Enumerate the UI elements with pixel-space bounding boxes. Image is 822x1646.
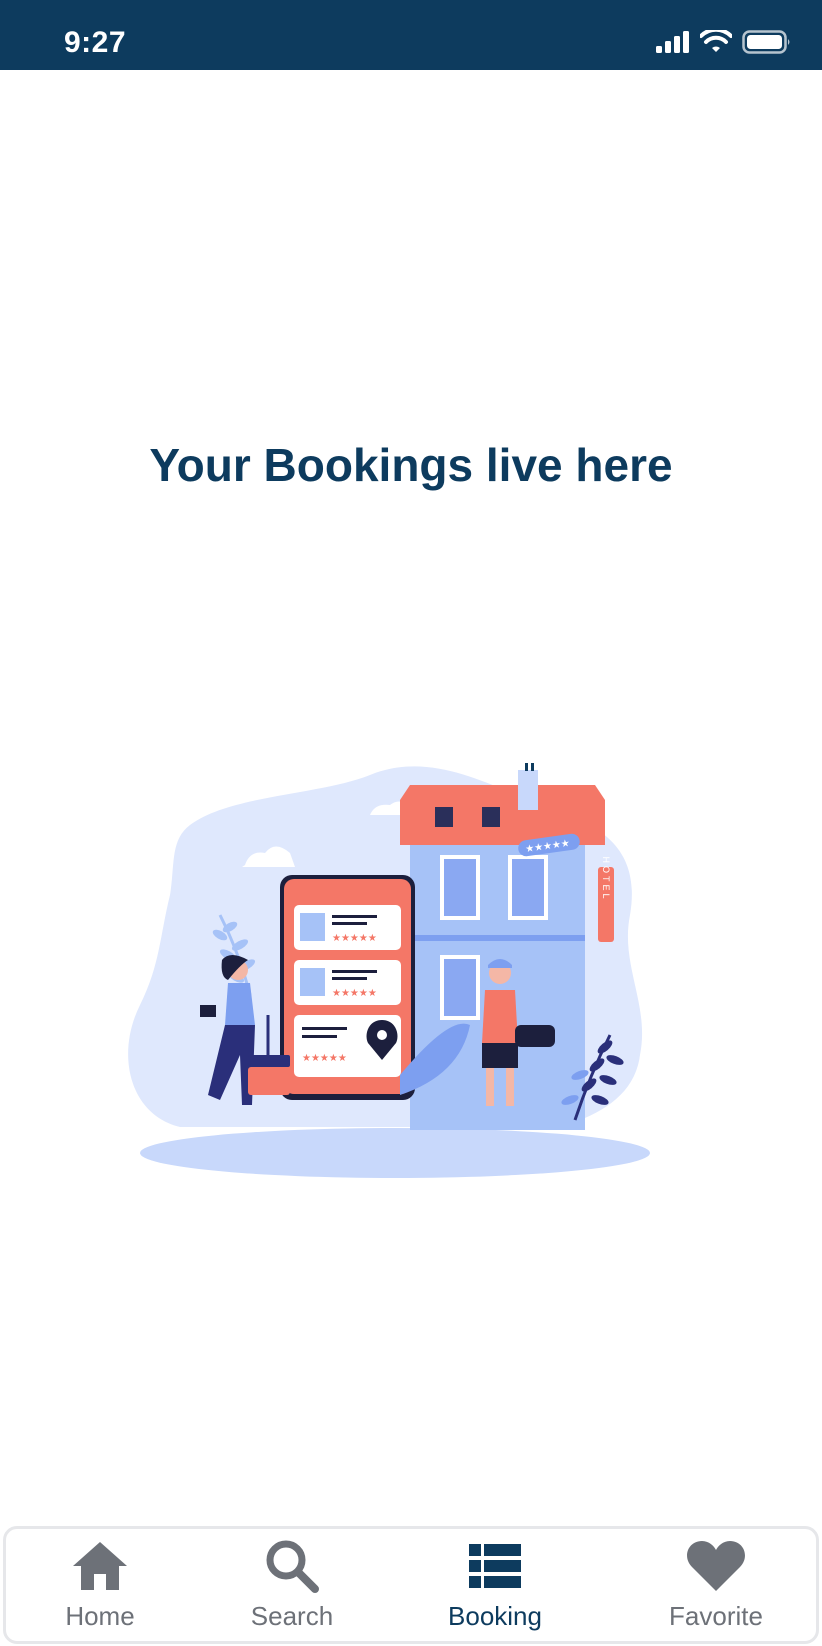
- phone: ★★★★★ ★★★★★ ★★★★★: [280, 875, 415, 1100]
- svg-text:★★★★★: ★★★★★: [302, 1053, 347, 1064]
- battery-icon: [742, 30, 790, 54]
- status-icons: [656, 30, 792, 54]
- tab-label-booking: Booking: [448, 1601, 542, 1631]
- home-icon: [71, 1537, 129, 1595]
- status-bar: 9:27: [0, 0, 822, 70]
- bottom-tab-bar: Home Search Booking Favorite: [3, 1526, 819, 1644]
- tab-home[interactable]: Home: [10, 1529, 190, 1641]
- cellular-signal-icon: [656, 31, 689, 53]
- hotel-booking-illustration: ★★★★★ HOTEL ★★★★★ ★★★★★ ★★★★★: [128, 763, 650, 1178]
- wifi-icon: [700, 30, 732, 52]
- tab-label-favorite: Favorite: [669, 1601, 763, 1631]
- tab-label-search: Search: [250, 1601, 334, 1631]
- heart-icon: [686, 1537, 746, 1595]
- hotel-sign-text: HOTEL: [601, 856, 611, 901]
- status-time: 9:27: [64, 26, 127, 59]
- tab-search[interactable]: Search: [202, 1529, 382, 1641]
- svg-text:★★★★★: ★★★★★: [332, 988, 377, 999]
- svg-text:★★★★★: ★★★★★: [332, 933, 377, 944]
- search-icon: [265, 1537, 319, 1595]
- tab-favorite[interactable]: Favorite: [626, 1529, 806, 1641]
- list-icon: [469, 1537, 521, 1595]
- tab-label-home: Home: [65, 1601, 135, 1631]
- ground-shadow: [140, 1128, 650, 1178]
- page-title: Your Bookings live here: [149, 439, 673, 491]
- tab-booking[interactable]: Booking: [405, 1529, 585, 1641]
